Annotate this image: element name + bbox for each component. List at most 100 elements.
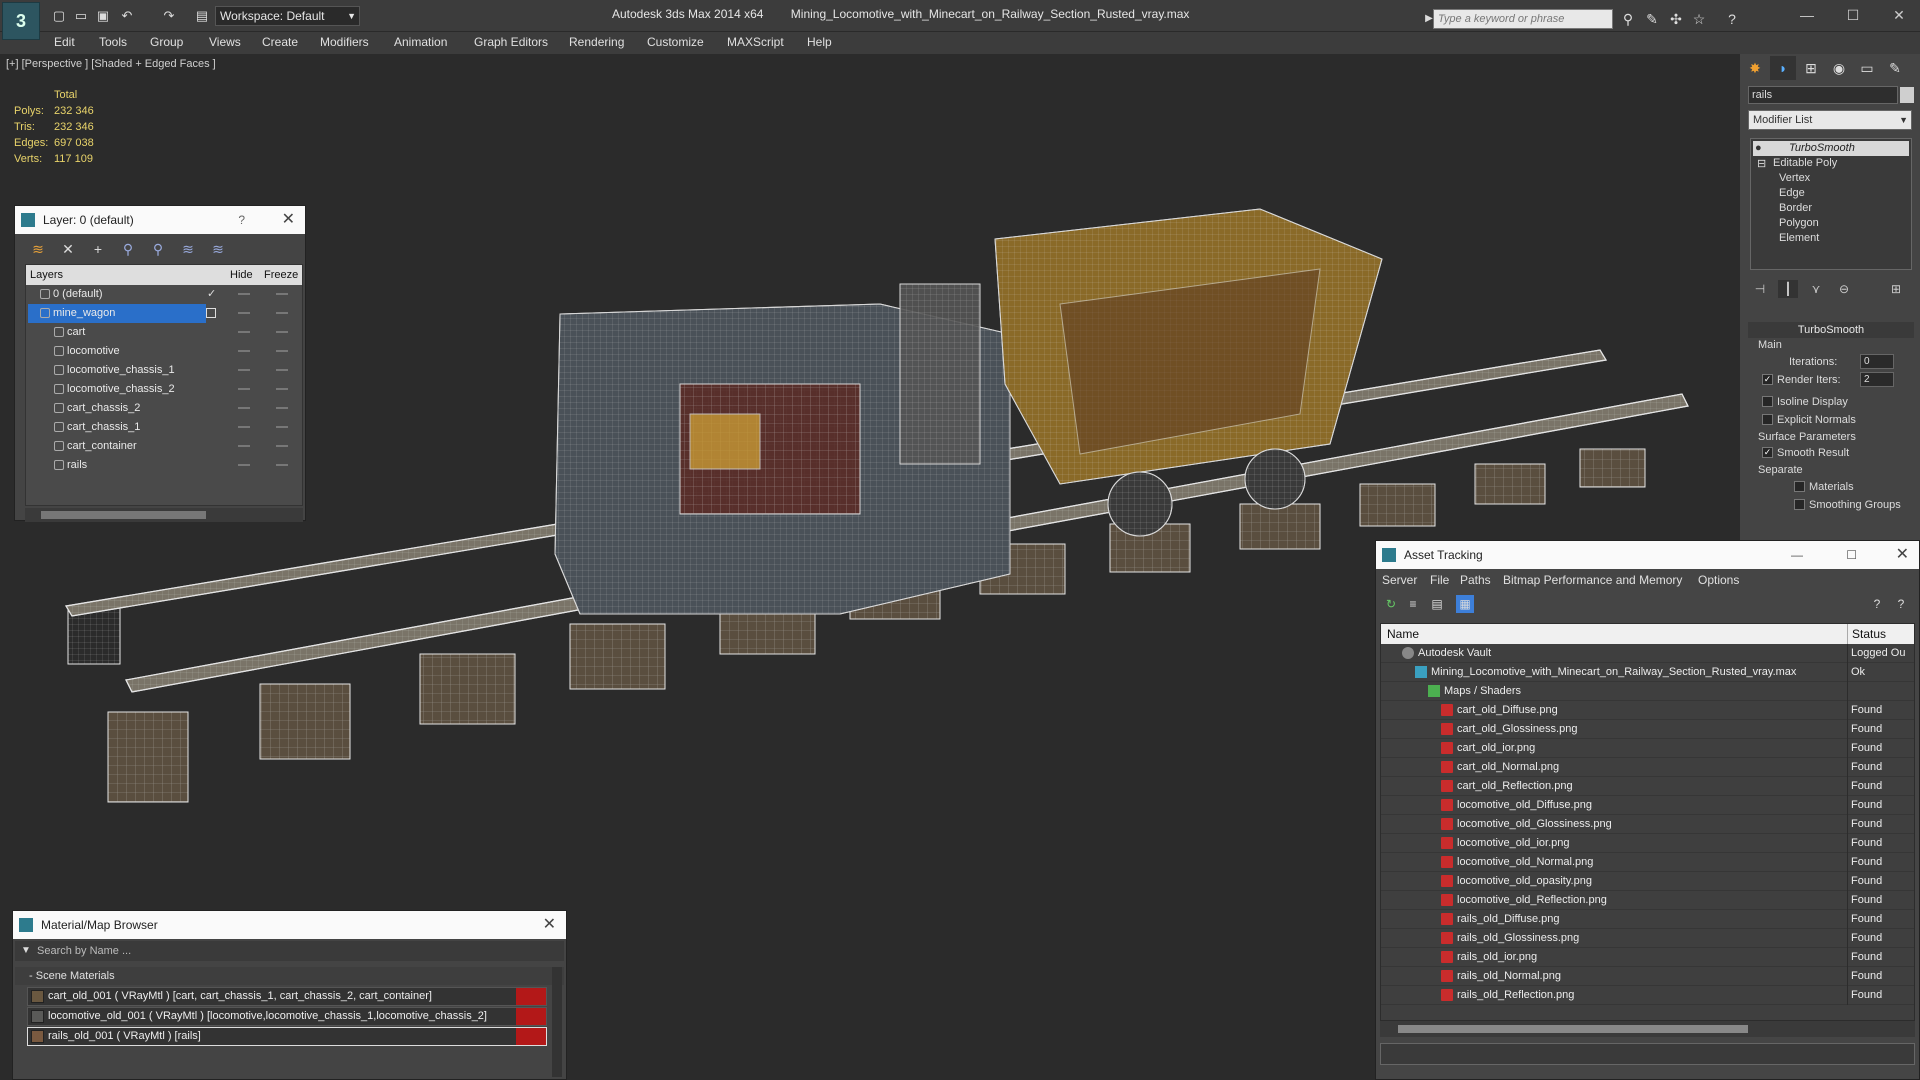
material-vertical-scrollbar[interactable] — [552, 967, 562, 1077]
show-end-result-icon[interactable]: ┃ — [1778, 280, 1798, 298]
maximize-icon[interactable]: ☐ — [1846, 541, 1857, 569]
menu-animation[interactable]: Animation — [394, 35, 447, 49]
asset-row[interactable]: cart_old_Normal.png Found — [1381, 758, 1914, 777]
hide-toggle[interactable] — [238, 388, 250, 390]
layer-row[interactable]: 0 (default) ✓ — [26, 285, 302, 304]
separate-smoothing-checkbox[interactable] — [1794, 499, 1805, 510]
asset-tracking-titlebar[interactable]: Asset Tracking — ☐ ✕ — [1376, 541, 1919, 569]
modify-tab-icon[interactable]: ◗ — [1770, 56, 1796, 80]
minimize-icon[interactable]: — — [1792, 4, 1822, 26]
subscription-icon[interactable]: ✎ — [1642, 9, 1662, 29]
stack-sub-border[interactable]: Border — [1779, 202, 1812, 214]
asset-row[interactable]: cart_old_Glossiness.png Found — [1381, 720, 1914, 739]
asset-row[interactable]: locomotive_old_ior.png Found — [1381, 834, 1914, 853]
hide-all-icon[interactable]: ≋ — [179, 240, 197, 258]
remove-modifier-icon[interactable]: ⊖ — [1834, 280, 1854, 298]
material-item[interactable]: rails_old_001 ( VRayMtl ) [rails] — [27, 1027, 547, 1046]
select-objects-icon[interactable]: ⚲ — [119, 240, 137, 258]
freeze-toggle[interactable] — [276, 426, 288, 428]
col-layers[interactable]: Layers — [30, 269, 63, 281]
workspace-dropdown[interactable]: Workspace: Default ▼ — [215, 6, 360, 26]
hierarchy-tab-icon[interactable]: ⊞ — [1798, 56, 1824, 80]
checkmark-icon[interactable]: ✓ — [207, 287, 216, 300]
scroll-thumb[interactable] — [41, 511, 206, 519]
menu-tools[interactable]: Tools — [99, 35, 127, 49]
hide-toggle[interactable] — [238, 312, 250, 314]
create-tab-icon[interactable]: ✸ — [1742, 56, 1768, 80]
stack-sub-edge[interactable]: Edge — [1779, 187, 1805, 199]
freeze-toggle[interactable] — [276, 445, 288, 447]
close-icon[interactable]: ✕ — [543, 911, 556, 939]
favorites-star-icon[interactable]: ☆ — [1689, 9, 1709, 29]
asset-row[interactable]: rails_old_Normal.png Found — [1381, 967, 1914, 986]
material-search-input[interactable]: ▼ Search by Name ... — [15, 941, 564, 961]
layer-row[interactable]: cart_container — [26, 437, 302, 456]
hide-toggle[interactable] — [238, 331, 250, 333]
layer-row[interactable]: rails — [26, 456, 302, 475]
project-folder-icon[interactable]: ▤ — [193, 7, 211, 25]
help-search-input[interactable]: Type a keyword or phrase — [1433, 9, 1613, 29]
redo-icon[interactable]: ↷ — [160, 7, 178, 25]
layer-row[interactable]: locomotive — [26, 342, 302, 361]
material-item[interactable]: locomotive_old_001 ( VRayMtl ) [locomoti… — [27, 1007, 547, 1026]
layer-row[interactable]: cart — [26, 323, 302, 342]
stack-sub-element[interactable]: Element — [1779, 232, 1819, 244]
col-status[interactable]: Status — [1852, 627, 1886, 641]
asset-menu-options[interactable]: Options — [1698, 573, 1739, 587]
layer-horizontal-scrollbar[interactable] — [25, 508, 303, 522]
layer-row[interactable]: cart_chassis_2 — [26, 399, 302, 418]
asset-row[interactable]: cart_old_ior.png Found — [1381, 739, 1914, 758]
menu-group[interactable]: Group — [150, 35, 183, 49]
app-logo[interactable]: 3 — [2, 2, 40, 40]
menu-customize[interactable]: Customize — [647, 35, 704, 49]
asset-row[interactable]: rails_old_Glossiness.png Found — [1381, 929, 1914, 948]
collapse-icon[interactable]: ⊟ — [1757, 157, 1766, 170]
asset-row[interactable]: locomotive_old_opasity.png Found — [1381, 872, 1914, 891]
stack-item-editable-poly[interactable]: Editable Poly — [1773, 157, 1837, 169]
display-tab-icon[interactable]: ▭ — [1854, 56, 1880, 80]
asset-horizontal-scrollbar[interactable] — [1380, 1021, 1915, 1037]
layer-explorer-titlebar[interactable]: Layer: 0 (default) ? ✕ — [15, 206, 305, 234]
object-name-input[interactable]: rails — [1748, 86, 1898, 104]
stack-sub-vertex[interactable]: Vertex — [1779, 172, 1810, 184]
hide-toggle[interactable] — [238, 445, 250, 447]
render-iters-spinner[interactable]: 2 — [1860, 372, 1894, 387]
object-color-swatch[interactable] — [1900, 87, 1914, 103]
asset-menu-bitmap[interactable]: Bitmap Performance and Memory — [1503, 573, 1682, 587]
refresh-icon[interactable]: ↻ — [1382, 595, 1400, 613]
menu-help[interactable]: Help — [807, 35, 832, 49]
asset-row[interactable]: locomotive_old_Reflection.png Found — [1381, 891, 1914, 910]
layer-row[interactable]: cart_chassis_1 — [26, 418, 302, 437]
menu-views[interactable]: Views — [209, 35, 241, 49]
communication-center-icon[interactable]: ✣ — [1666, 9, 1686, 29]
highlight-layer-icon[interactable]: ⚲ — [149, 240, 167, 258]
filter-icon[interactable]: ▼ — [21, 941, 31, 961]
asset-row[interactable]: rails_old_Reflection.png Found — [1381, 986, 1914, 1005]
material-browser-titlebar[interactable]: Material/Map Browser ✕ — [13, 911, 566, 939]
close-icon[interactable]: ✕ — [1884, 4, 1914, 26]
asset-row[interactable]: cart_old_Reflection.png Found — [1381, 777, 1914, 796]
layer-row[interactable]: mine_wagon — [26, 304, 302, 323]
new-file-icon[interactable]: ▢ — [50, 7, 68, 25]
asset-row[interactable]: cart_old_Diffuse.png Found — [1381, 701, 1914, 720]
menu-graph-editors[interactable]: Graph Editors — [474, 35, 548, 49]
menu-edit[interactable]: Edit — [54, 35, 75, 49]
isoline-checkbox[interactable] — [1762, 396, 1773, 407]
material-item[interactable]: cart_old_001 ( VRayMtl ) [cart, cart_cha… — [27, 987, 547, 1006]
utilities-tab-icon[interactable]: ✎ — [1882, 56, 1908, 80]
minimize-icon[interactable]: — — [1791, 541, 1803, 569]
current-layer-box-icon[interactable] — [206, 308, 216, 318]
freeze-toggle[interactable] — [276, 407, 288, 409]
hide-toggle[interactable] — [238, 426, 250, 428]
layer-row[interactable]: locomotive_chassis_1 — [26, 361, 302, 380]
col-freeze[interactable]: Freeze — [264, 269, 298, 281]
binoculars-icon[interactable]: ⚲ — [1618, 9, 1638, 29]
asset-row[interactable]: locomotive_old_Diffuse.png Found — [1381, 796, 1914, 815]
delete-layer-icon[interactable]: ✕ — [59, 240, 77, 258]
stack-item-turbosmooth[interactable]: TurboSmooth — [1753, 141, 1909, 156]
freeze-toggle[interactable] — [276, 388, 288, 390]
maximize-icon[interactable]: ☐ — [1838, 4, 1868, 26]
close-icon[interactable]: ✕ — [1896, 541, 1909, 569]
asset-row[interactable]: Autodesk Vault Logged Ou — [1381, 644, 1914, 663]
lightbulb-icon[interactable]: ● — [1755, 142, 1762, 154]
